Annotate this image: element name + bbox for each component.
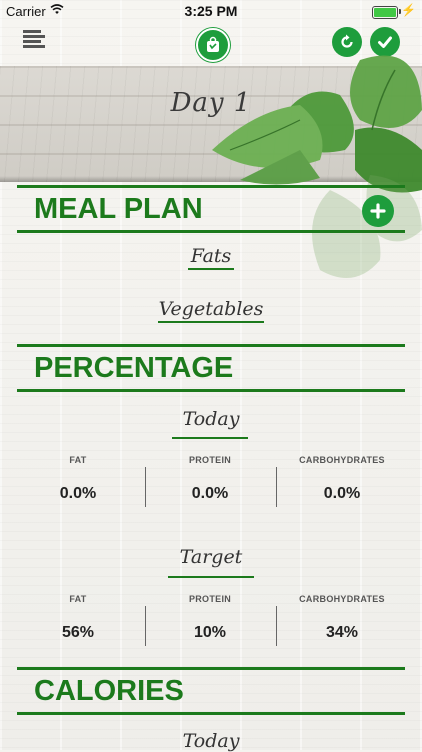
battery-icon: [372, 6, 398, 19]
calories-title: CALORIES: [34, 675, 184, 707]
meal-item-fats[interactable]: Fats: [0, 245, 422, 267]
confirm-button[interactable]: [370, 27, 400, 57]
target-label: Target: [179, 546, 243, 568]
meal-item-vegetables[interactable]: Vegetables: [0, 298, 422, 320]
status-time: 3:25 PM: [184, 3, 238, 19]
target-fat: FAT 56%: [61, 594, 95, 641]
app-logo-icon: [196, 28, 230, 62]
target-macros: FAT 56% PROTEIN 10% CARBOHYDRATES 34%: [0, 594, 422, 674]
refresh-button[interactable]: [332, 27, 362, 57]
calories-top-line: [17, 667, 405, 670]
meal-plan-top-line: [17, 185, 405, 188]
today-protein: PROTEIN 0.0%: [188, 455, 232, 502]
percentage-title: PERCENTAGE: [34, 352, 234, 384]
today-fat: FAT 0.0%: [59, 455, 97, 502]
target-carbohydrates: CARBOHYDRATES 34%: [299, 594, 385, 641]
calories-bottom-line: [17, 712, 405, 715]
add-meal-button[interactable]: [362, 195, 394, 227]
day-title: Day 1: [170, 88, 252, 118]
meal-plan-title: MEAL PLAN: [34, 193, 203, 225]
check-icon: [378, 36, 392, 48]
percentage-top-line: [17, 344, 405, 347]
target-protein: PROTEIN 10%: [188, 594, 232, 641]
today-label: Today: [182, 408, 240, 430]
status-bar: Carrier 3:25 PM ⚡: [0, 0, 422, 22]
menu-icon[interactable]: [23, 30, 47, 50]
charging-icon: ⚡: [401, 3, 416, 17]
meal-plan-bottom-line: [17, 230, 405, 233]
calories-today-label: Today: [182, 730, 240, 752]
today-carbohydrates: CARBOHYDRATES 0.0%: [299, 455, 385, 502]
day-banner: Day 1: [0, 66, 422, 182]
top-bar: [0, 22, 422, 66]
percentage-bottom-line: [17, 389, 405, 392]
today-macros: FAT 0.0% PROTEIN 0.0% CARBOHYDRATES 0.0%: [0, 455, 422, 535]
plus-icon: [370, 203, 386, 219]
refresh-icon: [341, 34, 353, 48]
